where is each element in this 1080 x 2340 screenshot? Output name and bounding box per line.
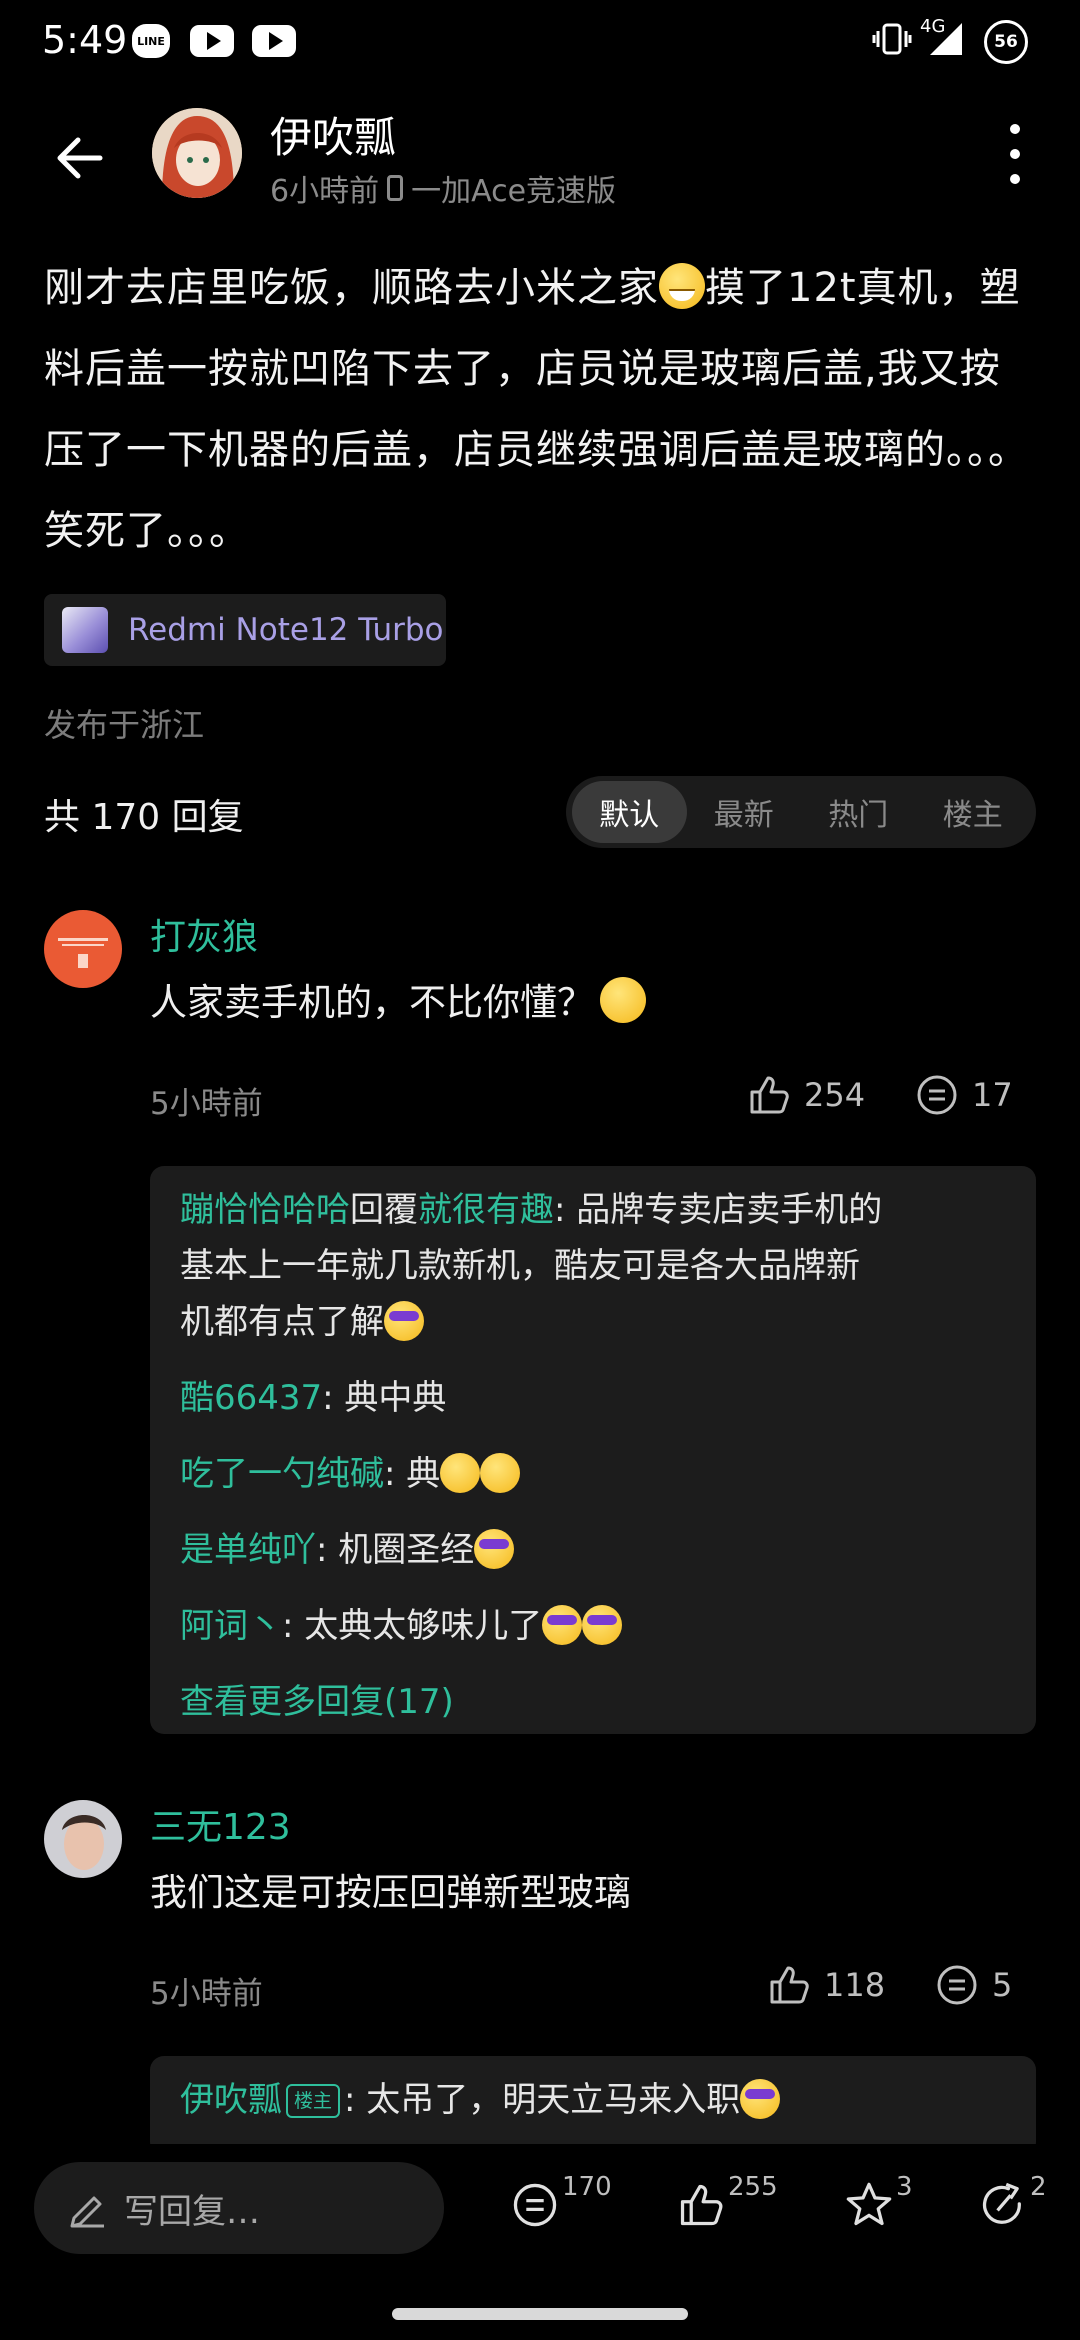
arrow-left-icon xyxy=(57,137,103,179)
like-button[interactable]: 118 xyxy=(766,1962,885,2008)
device-thumbnail xyxy=(62,607,108,653)
reply-count-small: 5 xyxy=(992,1966,1013,2004)
line-icon: LINE xyxy=(132,24,170,58)
like-count: 118 xyxy=(824,1966,886,2004)
comment-time: 5小時前 xyxy=(150,1976,263,2012)
device-tag-label: Redmi Note12 Turbo xyxy=(128,612,444,648)
like-button[interactable]: 254 xyxy=(746,1072,865,1118)
reply-count-small: 17 xyxy=(972,1076,1013,1114)
comment-text: 我们这是可按压回弹新型玻璃 xyxy=(150,1871,631,1914)
sort-tabs: 默认 最新 热门 楼主 xyxy=(566,776,1036,848)
favorite-button[interactable]: 3 xyxy=(844,2172,913,2236)
share-icon xyxy=(982,2182,1021,2224)
comment-icon xyxy=(917,1075,957,1115)
sub-reply[interactable]: 吃了一勺纯碱: 典 xyxy=(180,1446,1030,1502)
op-badge: 楼主 xyxy=(286,2084,341,2118)
commenter-avatar[interactable] xyxy=(44,1800,122,1878)
reply-button[interactable]: 5 xyxy=(934,1962,1012,2008)
cool-emoji-icon xyxy=(384,1301,424,1341)
comment-time: 5小時前 xyxy=(150,1086,263,1122)
star-icon xyxy=(846,2182,892,2226)
device-tag[interactable]: Redmi Note12 Turbo xyxy=(44,594,446,666)
signal-icon xyxy=(926,22,966,56)
cool-emoji-icon xyxy=(740,2079,781,2119)
comment-icon xyxy=(513,2183,557,2227)
sub-replies-box: 蹦恰恰哈哈回覆就很有趣: 品牌专卖店卖手机的 基本上一年就几款新机，酷友可是各大… xyxy=(150,1166,1036,1734)
laugh-emoji-icon xyxy=(440,1453,481,1493)
reply-placeholder: 写回复… xyxy=(124,2191,260,2232)
likes-count: 255 xyxy=(728,2172,778,2202)
reply-button[interactable]: 17 xyxy=(914,1072,1013,1118)
thumbs-up-icon xyxy=(750,1076,789,1114)
reply-input[interactable]: 写回复… xyxy=(34,2162,444,2254)
home-indicator[interactable] xyxy=(392,2308,688,2320)
commenter-avatar[interactable] xyxy=(44,910,122,988)
tab-hot[interactable]: 热门 xyxy=(801,781,916,843)
vibrate-icon xyxy=(872,22,912,56)
youtube-icon xyxy=(252,24,296,58)
view-more-replies-link[interactable]: 查看更多回复(17) xyxy=(180,1674,1030,1730)
tab-op[interactable]: 楼主 xyxy=(916,781,1031,843)
status-time: 5:49 xyxy=(42,18,128,62)
author-avatar[interactable] xyxy=(152,108,242,198)
post-location: 发布于浙江 xyxy=(44,706,205,744)
post-device: 一加Ace竞速版 xyxy=(411,174,617,209)
comments-count: 170 xyxy=(562,2172,612,2202)
commenter-name[interactable]: 三无123 xyxy=(150,1798,291,1850)
cool-emoji-icon xyxy=(542,1605,583,1645)
sub-reply-cont: 基本上一年就几款新机，酷友可是各大品牌新 xyxy=(180,1246,860,1286)
back-button[interactable] xyxy=(50,128,110,188)
grin-emoji-icon xyxy=(659,263,705,309)
laugh-emoji-icon xyxy=(480,1453,521,1493)
sub-reply[interactable]: 酷66437: 典中典 xyxy=(180,1370,1030,1426)
surprised-emoji-icon xyxy=(600,977,646,1023)
more-options-button[interactable] xyxy=(1000,124,1030,184)
pencil-icon xyxy=(70,2196,104,2228)
cool-emoji-icon xyxy=(582,1605,623,1645)
sub-reply-cont: 机都有点了解 xyxy=(180,1294,1030,1350)
post-time: 6小時前 xyxy=(270,174,380,209)
sub-reply[interactable]: 是单纯吖: 机圈圣经 xyxy=(180,1522,1030,1578)
shares-count: 2 xyxy=(1030,2172,1047,2202)
battery-icon: 56 xyxy=(984,20,1028,64)
sub-replies-box: 伊吹瓢 楼主: 太吊了，明天立马来入职 xyxy=(150,2056,1036,2156)
sub-reply[interactable]: 阿词丶: 太典太够味儿了 xyxy=(180,1598,1030,1654)
like-count: 254 xyxy=(804,1076,866,1114)
like-post-button[interactable]: 255 xyxy=(676,2172,778,2236)
comment-icon xyxy=(937,1965,977,2005)
cool-emoji-icon xyxy=(474,1529,515,1569)
thumbs-up-icon xyxy=(770,1966,809,2004)
sub-reply[interactable]: 蹦恰恰哈哈回覆就很有趣: 品牌专卖店卖手机的 xyxy=(180,1182,1030,1238)
post-meta: 6小時前 一加Ace竞速版 xyxy=(270,166,616,210)
comment-text: 人家卖手机的，不比你懂？ xyxy=(150,972,646,1026)
favorites-count: 3 xyxy=(896,2172,913,2202)
tab-newest[interactable]: 最新 xyxy=(687,781,802,843)
youtube-icon xyxy=(190,24,234,58)
comments-button[interactable]: 170 xyxy=(510,2172,612,2236)
phone-icon xyxy=(387,175,404,201)
sub-reply[interactable]: 伊吹瓢 楼主: 太吊了，明天立马来入职 xyxy=(180,2072,1030,2128)
share-button[interactable]: 2 xyxy=(978,2172,1047,2236)
post-content: 刚才去店里吃饭，顺路去小米之家 摸了12t真机，塑料后盖一按就凹陷下去了，店员说是… xyxy=(44,263,1029,554)
tab-default[interactable]: 默认 xyxy=(572,781,687,843)
author-name[interactable]: 伊吹瓢 xyxy=(270,104,396,165)
reply-count: 共 170 回复 xyxy=(44,797,244,838)
commenter-name[interactable]: 打灰狼 xyxy=(150,908,258,960)
thumbs-up-icon xyxy=(680,2184,723,2226)
